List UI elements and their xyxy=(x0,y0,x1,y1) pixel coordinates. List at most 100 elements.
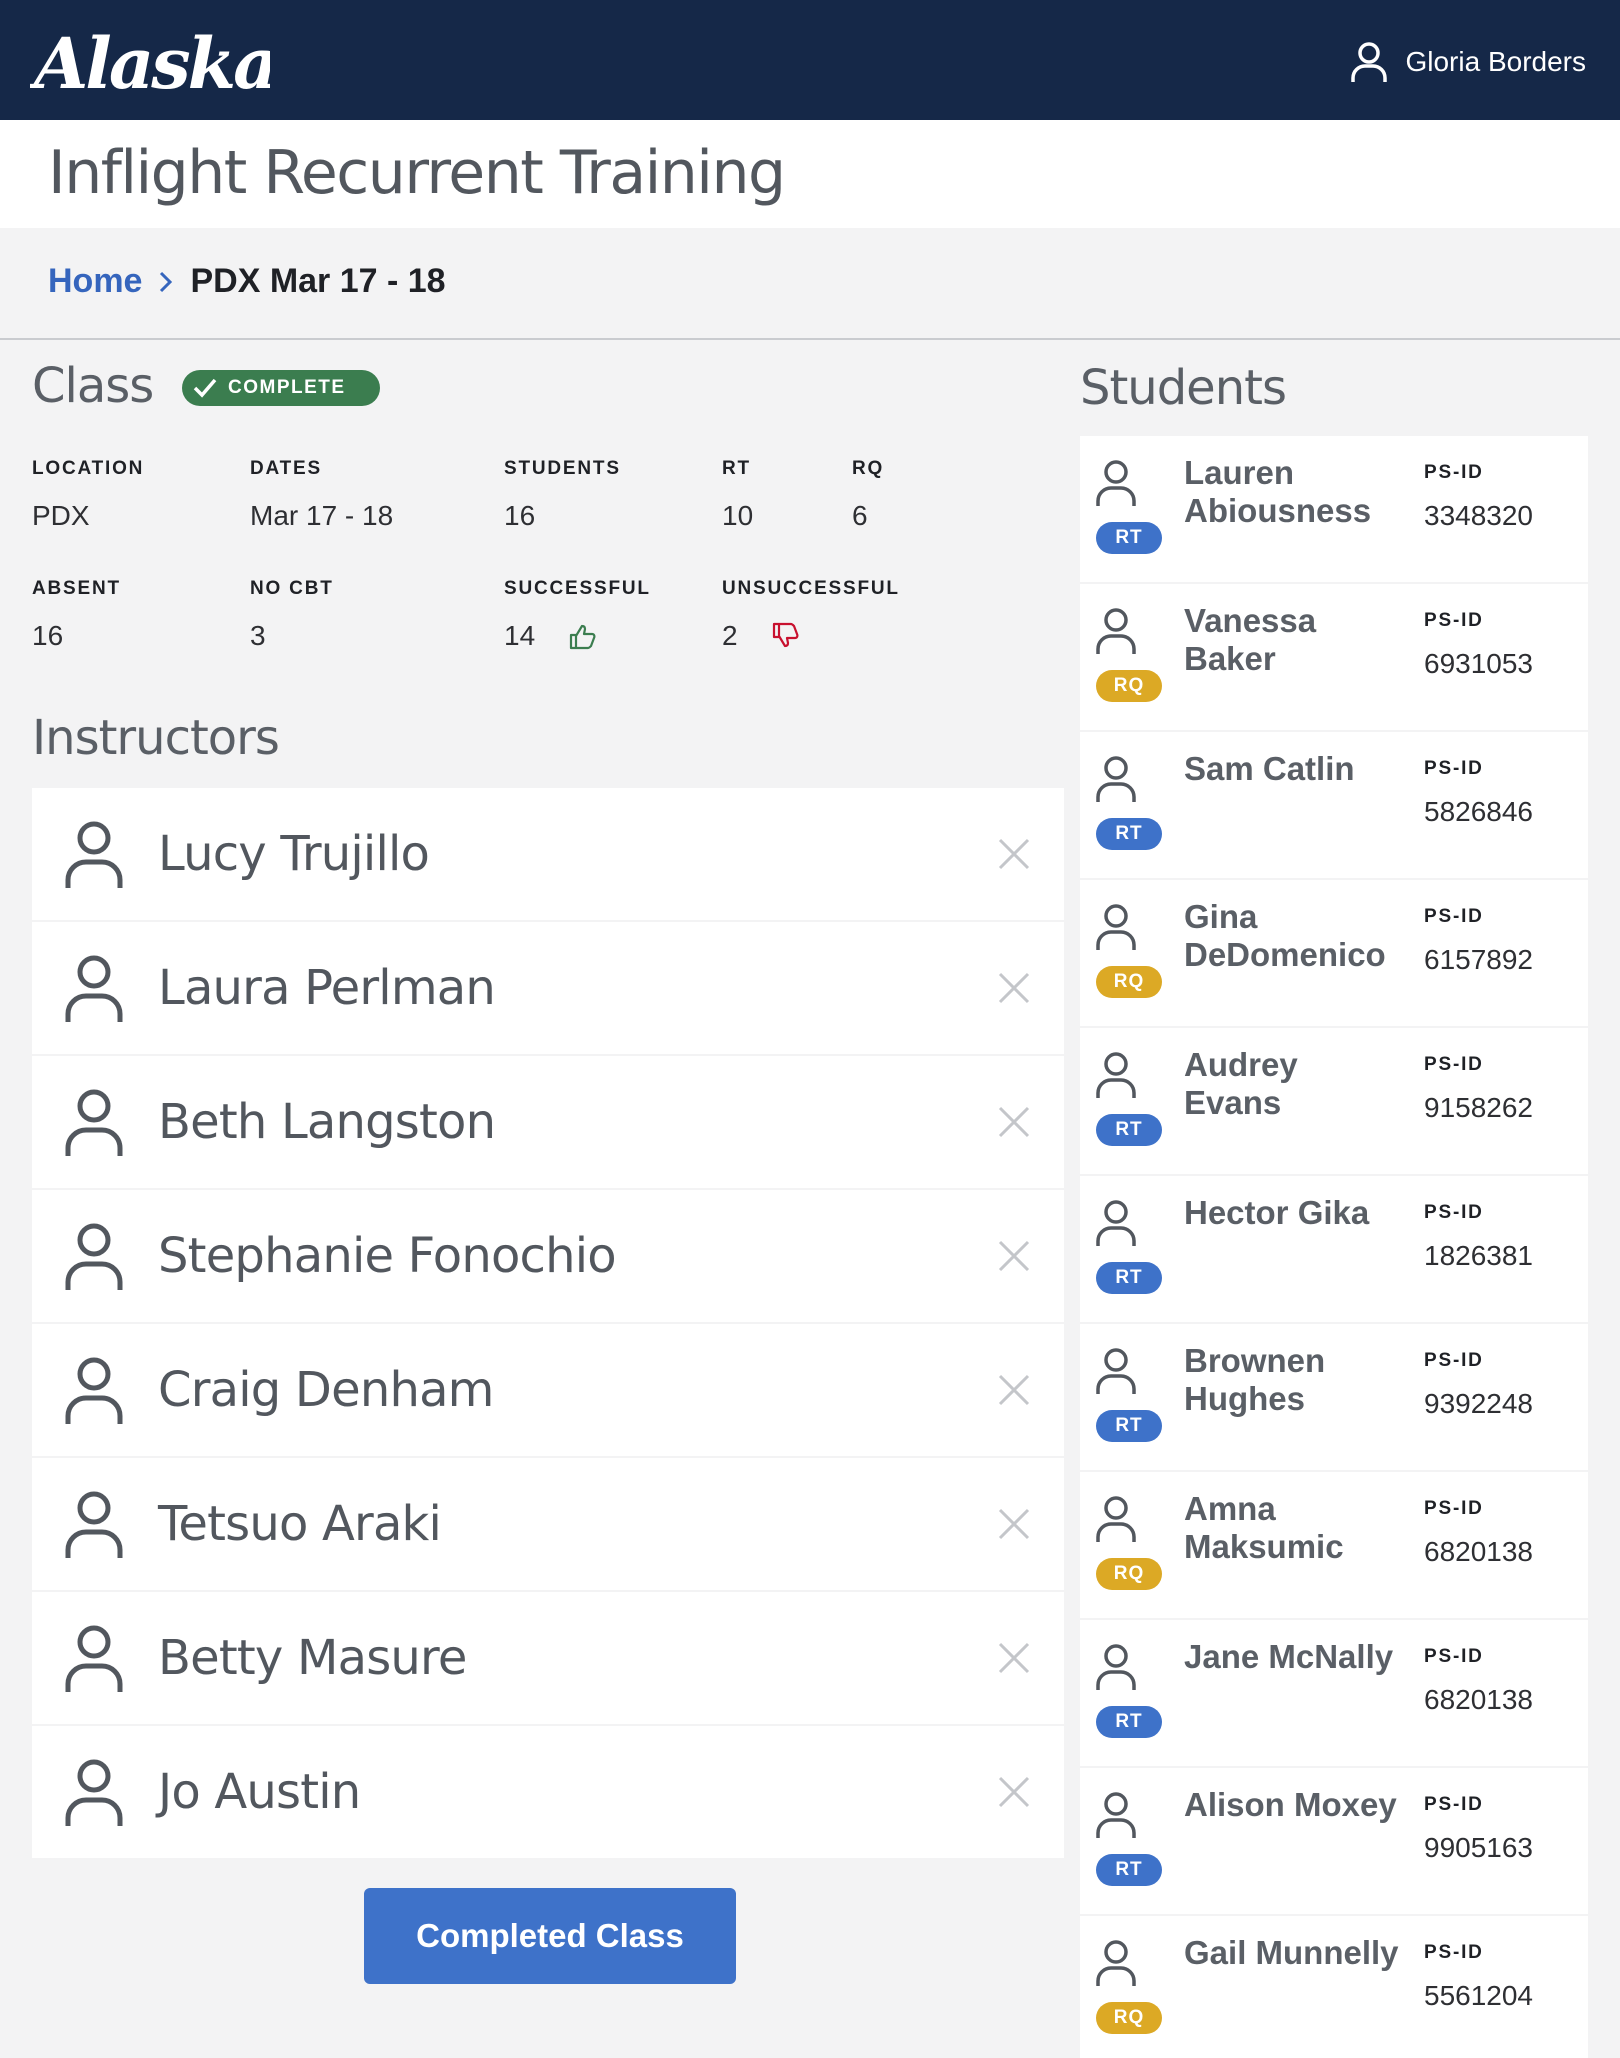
page-title: Inflight Recurrent Training xyxy=(48,138,786,208)
psid-label: PS-ID xyxy=(1424,1350,1484,1371)
student-row[interactable]: RT Jane McNally PS-ID 6820138 xyxy=(1080,1620,1588,1766)
student-row[interactable]: RT Audrey Evans PS-ID 9158262 xyxy=(1080,1028,1588,1174)
close-icon[interactable] xyxy=(994,1772,1034,1812)
stat-label: RT xyxy=(722,458,751,479)
student-type-badge: RT xyxy=(1096,1114,1162,1146)
breadcrumb-home-link[interactable]: Home xyxy=(48,262,142,301)
breadcrumb: Home PDX Mar 17 - 18 xyxy=(48,262,446,301)
user-icon xyxy=(1096,1348,1136,1394)
user-icon xyxy=(65,1223,123,1290)
student-name: Hector Gika xyxy=(1184,1194,1370,1231)
close-icon[interactable] xyxy=(994,1102,1034,1142)
student-type-badge: RT xyxy=(1096,1410,1162,1442)
stat-label: STUDENTS xyxy=(504,458,621,479)
section-divider xyxy=(0,338,1620,340)
psid-value: 9905163 xyxy=(1424,1832,1534,1863)
stat-label: ABSENT xyxy=(32,578,121,599)
class-section-title: Class xyxy=(32,358,154,414)
instructor-name: Tetsuo Araki xyxy=(158,1496,442,1552)
stat-label: SUCCESSFUL xyxy=(504,578,651,599)
student-row[interactable]: RQ Amna Maksumic PS-ID 6820138 xyxy=(1080,1472,1588,1618)
close-icon[interactable] xyxy=(994,968,1034,1008)
student-name: Jane McNally xyxy=(1184,1638,1394,1675)
status-badge: COMPLETE xyxy=(182,370,380,406)
close-icon[interactable] xyxy=(994,1370,1034,1410)
student-list: RT Lauren Abiousness PS-ID 3348320 RQ Vanessa… xyxy=(1080,436,1588,2058)
stat-value: PDX xyxy=(32,500,90,531)
stat-value: 16 xyxy=(504,500,536,531)
student-row[interactable]: RQ Vanessa Baker PS-ID 6931053 xyxy=(1080,584,1588,730)
instructor-name: Jo Austin xyxy=(158,1764,361,1820)
student-type-badge: RQ xyxy=(1096,966,1162,998)
psid-value: 9392248 xyxy=(1424,1388,1534,1419)
instructor-name: Stephanie Fonochio xyxy=(158,1228,617,1284)
student-type-badge: RT xyxy=(1096,1262,1162,1294)
instructor-row: Beth Langston xyxy=(32,1056,1064,1188)
stat-rq: RQ 6 xyxy=(852,458,884,532)
student-row[interactable]: RT Sam Catlin PS-ID 5826846 xyxy=(1080,732,1588,878)
close-icon[interactable] xyxy=(994,1638,1034,1678)
title-bar: Inflight Recurrent Training xyxy=(0,120,1620,228)
thumbs-up-icon xyxy=(570,624,596,650)
instructor-row: Stephanie Fonochio xyxy=(32,1190,1064,1322)
instructor-row: Tetsuo Araki xyxy=(32,1458,1064,1590)
student-type-badge: RT xyxy=(1096,522,1162,554)
stat-value: 14 xyxy=(504,620,536,651)
student-row[interactable]: RQ Gail Munnelly PS-ID 5561204 xyxy=(1080,1916,1588,2058)
close-icon[interactable] xyxy=(994,1236,1034,1276)
user-menu[interactable]: Gloria Borders xyxy=(1349,40,1586,84)
user-name: Gloria Borders xyxy=(1405,46,1586,77)
instructor-name: Lucy Trujillo xyxy=(158,826,430,882)
user-icon xyxy=(1096,460,1136,506)
instructors-section-title: Instructors xyxy=(32,710,280,766)
stat-value-row: 2 xyxy=(722,620,900,652)
instructor-row: Betty Masure xyxy=(32,1592,1064,1724)
psid-value: 6931053 xyxy=(1424,648,1534,679)
stat-label: DATES xyxy=(250,458,322,479)
student-type-badge: RT xyxy=(1096,1854,1162,1886)
instructor-row: Laura Perlman xyxy=(32,922,1064,1054)
student-name: Lauren Abiousness xyxy=(1184,454,1372,529)
user-icon xyxy=(1096,1052,1136,1098)
instructor-name: Laura Perlman xyxy=(158,960,496,1016)
student-row[interactable]: RT Hector Gika PS-ID 1826381 xyxy=(1080,1176,1588,1322)
student-row[interactable]: RQ Gina DeDomenico PS-ID 6157892 xyxy=(1080,880,1588,1026)
student-row[interactable]: RT Brownen Hughes PS-ID 9392248 xyxy=(1080,1324,1588,1470)
psid-label: PS-ID xyxy=(1424,758,1484,779)
psid-label: PS-ID xyxy=(1424,462,1484,483)
alaska-logo[interactable]: Alaska xyxy=(30,18,270,102)
psid-value: 6157892 xyxy=(1424,944,1534,975)
psid-label: PS-ID xyxy=(1424,906,1484,927)
stat-rt: RT 10 xyxy=(722,458,753,532)
breadcrumb-current: PDX Mar 17 - 18 xyxy=(190,262,446,300)
user-icon xyxy=(1096,1792,1136,1838)
instructor-name: Betty Masure xyxy=(158,1630,467,1686)
stat-students: STUDENTS 16 xyxy=(504,458,621,532)
stat-label: RQ xyxy=(852,458,885,479)
svg-text:Alaska: Alaska xyxy=(30,22,270,102)
stat-successful: SUCCESSFUL 14 xyxy=(504,578,651,652)
user-icon xyxy=(65,821,123,888)
check-icon xyxy=(193,378,217,398)
stat-value: 3 xyxy=(250,620,266,651)
psid-label: PS-ID xyxy=(1424,610,1484,631)
student-type-badge: RT xyxy=(1096,1706,1162,1738)
user-icon xyxy=(1096,608,1136,654)
instructor-list: Lucy Trujillo Laura Perlman Beth Langston S… xyxy=(32,788,1064,1860)
student-name: Gina DeDomenico xyxy=(1184,898,1386,973)
user-icon xyxy=(65,1759,123,1826)
instructor-row: Jo Austin xyxy=(32,1726,1064,1858)
close-icon[interactable] xyxy=(994,834,1034,874)
close-icon[interactable] xyxy=(994,1504,1034,1544)
student-name: Gail Munnelly xyxy=(1184,1934,1399,1971)
thumbs-down-icon xyxy=(772,622,799,648)
user-icon xyxy=(1096,1644,1136,1690)
student-name: Amna Maksumic xyxy=(1184,1490,1344,1565)
stat-value: 16 xyxy=(32,620,64,651)
student-row[interactable]: RT Alison Moxey PS-ID 9905163 xyxy=(1080,1768,1588,1914)
student-row[interactable]: RT Lauren Abiousness PS-ID 3348320 xyxy=(1080,436,1588,582)
user-icon xyxy=(1096,1496,1136,1542)
completed-class-button[interactable]: Completed Class xyxy=(364,1888,736,1984)
psid-label: PS-ID xyxy=(1424,1646,1484,1667)
stat-label: NO CBT xyxy=(250,578,334,599)
